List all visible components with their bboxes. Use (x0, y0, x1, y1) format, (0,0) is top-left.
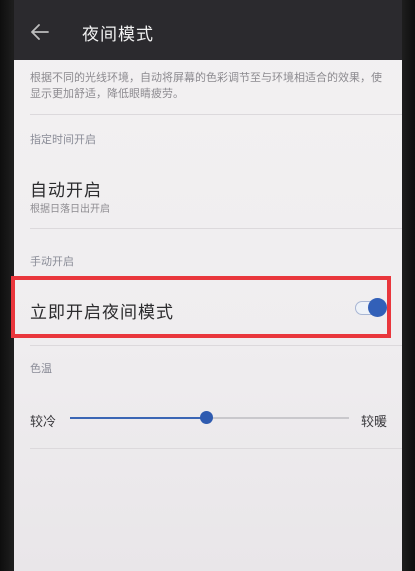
toggle-thumb (368, 298, 387, 317)
color-temp-slider-thumb[interactable] (200, 411, 214, 424)
app-bar: 夜间模式 (14, 0, 402, 60)
enable-now-row[interactable]: 立即开启夜间模式 (14, 282, 402, 334)
divider (30, 345, 402, 346)
enable-now-title: 立即开启夜间模式 (30, 303, 174, 323)
back-button[interactable] (24, 16, 56, 48)
slider-max-label: 较暖 (361, 415, 388, 430)
night-mode-description: 根据不同的光线环境，自动将屏幕的色彩调节至与环境相适合的效果，使显示更加舒适，降… (30, 71, 382, 100)
divider (30, 448, 402, 449)
section-label-scheduled: 指定时间开启 (30, 133, 96, 146)
auto-enable-row[interactable]: 自动开启 根据日落日出开启 (14, 164, 402, 220)
night-mode-toggle[interactable] (353, 298, 387, 318)
divider (30, 228, 402, 229)
page-title: 夜间模式 (82, 25, 154, 45)
settings-screen: 夜间模式 根据不同的光线环境，自动将屏幕的色彩调节至与环境相适合的效果，使显示更… (14, 0, 402, 571)
section-label-color-temp: 色温 (30, 362, 52, 375)
auto-enable-title: 自动开启 (30, 181, 102, 201)
auto-enable-subtitle: 根据日落日出开启 (30, 204, 110, 215)
arrow-left-icon (31, 24, 49, 40)
section-label-manual: 手动开启 (30, 255, 74, 268)
color-temp-slider-fill (70, 417, 207, 419)
slider-min-label: 较冷 (30, 415, 57, 430)
divider (30, 114, 402, 115)
